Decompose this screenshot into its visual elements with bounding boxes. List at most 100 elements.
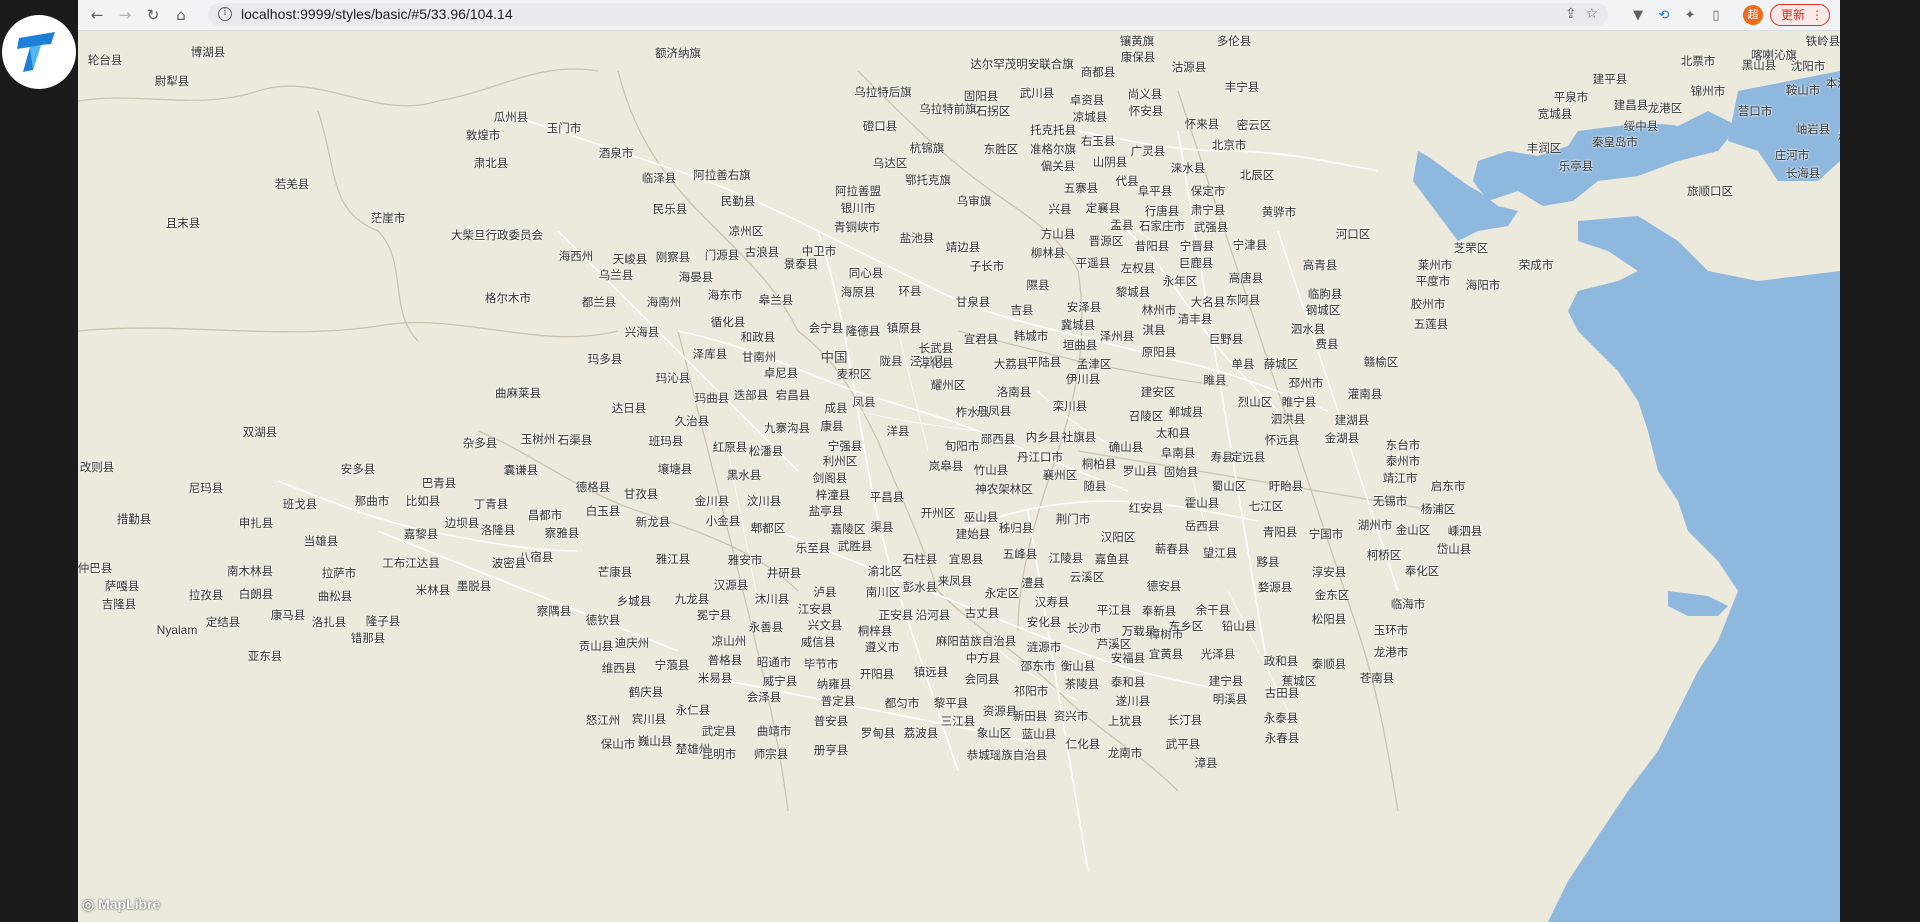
address-bar[interactable]: i localhost:9999/styles/basic/#5/33.96/1… [208, 3, 1608, 26]
place-label: 盂县 [1110, 218, 1134, 232]
place-label: 龙港市 [1373, 645, 1409, 659]
place-label: 吉隆县 [101, 597, 137, 611]
reload-icon[interactable]: ↻ [142, 4, 164, 26]
place-label: 准格尔旗 [1030, 142, 1076, 156]
place-label: 曲麻莱县 [495, 386, 541, 400]
place-label: 安泽县 [1066, 300, 1102, 314]
place-label: 平度市 [1415, 274, 1451, 288]
place-label: 乐亭县 [1558, 159, 1594, 173]
place-label: 荔波县 [903, 726, 939, 740]
place-label: 烈山区 [1237, 395, 1273, 409]
place-label: 安化县 [1026, 615, 1062, 629]
place-label: 建平县 [1592, 72, 1628, 86]
place-label: 中方县 [965, 651, 1001, 665]
place-label: 泰和县 [1110, 675, 1146, 689]
place-label: 瓜州县 [493, 110, 529, 124]
place-label: 代县 [1115, 174, 1139, 188]
place-label: 皋兰县 [758, 293, 794, 307]
place-label: 蜀山区 [1211, 479, 1247, 493]
place-label: 比如县 [405, 494, 441, 508]
place-label: 洛扎县 [311, 615, 347, 629]
place-label: 林州市 [1141, 303, 1177, 317]
sidebar-icon[interactable]: ▯ [1706, 5, 1726, 25]
forward-icon[interactable]: → [114, 4, 136, 26]
place-label: 胶州市 [1410, 297, 1446, 311]
place-label: 北票市 [1680, 54, 1716, 68]
update-button[interactable]: 更新 ⋮ [1770, 4, 1830, 26]
maplibre-logo-icon: ◎ [82, 896, 95, 912]
place-label: 山阴县 [1092, 155, 1128, 169]
place-label: 罗山县 [1122, 464, 1158, 478]
place-label: 久治县 [674, 414, 710, 428]
place-label: 尉犁县 [154, 74, 190, 88]
place-label: 铁岭县 [1805, 34, 1840, 48]
place-label: 米易县 [697, 671, 733, 685]
place-label: 遂川县 [1115, 694, 1151, 708]
left-dock [0, 0, 78, 922]
place-label: 淳化县 [918, 356, 954, 370]
url-text[interactable]: localhost:9999/styles/basic/#5/33.96/104… [241, 6, 513, 22]
place-label: 偏关县 [1040, 159, 1076, 173]
place-label: 大荔县 [993, 357, 1029, 371]
app-logo-icon[interactable] [2, 15, 76, 89]
maplibre-logo[interactable]: ◎ MapLibre [82, 896, 160, 913]
place-label: 墨脱县 [456, 579, 492, 593]
place-label: 酒泉市 [598, 146, 634, 160]
home-icon[interactable]: ⌂ [170, 4, 192, 26]
place-label: 古浪县 [744, 245, 780, 259]
puzzle-icon[interactable]: ✦ [1680, 5, 1700, 25]
place-label: 雅江县 [655, 552, 691, 566]
place-label: 旬阳市 [944, 439, 980, 453]
place-label: 宁晋县 [1179, 239, 1215, 253]
place-label: 东胜区 [983, 142, 1019, 156]
place-label: 改则县 [79, 460, 115, 474]
place-label: 右玉县 [1080, 134, 1116, 148]
place-label: 师宗县 [753, 747, 789, 761]
place-label: 错那县 [350, 631, 386, 645]
place-label: 韩城市 [1013, 329, 1049, 343]
place-label: 泰顺县 [1311, 657, 1347, 671]
place-label: 行唐县 [1144, 204, 1180, 218]
place-label: 鞍山市 [1785, 83, 1821, 97]
avatar[interactable]: 超 [1743, 5, 1763, 25]
place-label: 沈阳市 [1790, 59, 1826, 73]
place-label: 孟津区 [1076, 357, 1112, 371]
place-label: 宜黄县 [1148, 647, 1184, 661]
place-label: 维西县 [601, 661, 637, 675]
place-label: 兴县 [1048, 202, 1072, 216]
place-label: 汉寿县 [1034, 595, 1070, 609]
place-label: 轮台县 [87, 53, 123, 67]
place-label: 旅顺口区 [1687, 184, 1733, 198]
extension-icon[interactable]: ▼ [1628, 5, 1648, 25]
place-label: 左权县 [1120, 261, 1156, 275]
bookmark-star-icon[interactable]: ⇪ ☆ [1565, 6, 1598, 22]
place-label: 内乡县 [1025, 430, 1061, 444]
place-label: 冕宁县 [696, 608, 732, 622]
place-label: 仲巴县 [78, 561, 113, 575]
place-label: 苍南县 [1359, 671, 1395, 685]
yellow-sea [1548, 216, 1840, 922]
place-label: 确山县 [1108, 440, 1144, 454]
place-label: 建昌县 [1613, 98, 1649, 112]
place-label: 会同县 [964, 672, 1000, 686]
place-label: 澧县 [1021, 576, 1045, 590]
place-label: 本溪县 [1825, 76, 1840, 90]
place-label: 沽源县 [1171, 60, 1207, 74]
translate-icon[interactable]: ⟲ [1654, 5, 1674, 25]
info-icon[interactable]: i [218, 7, 232, 21]
place-label: 达尔罕茂明安联合旗 [970, 57, 1074, 71]
place-label: 定襄县 [1085, 201, 1121, 215]
back-icon[interactable]: ← [86, 4, 108, 26]
map-canvas[interactable]: 博湖县 轮台县 尉犁县 额济纳旗 镶黄旗 多伦县 铁岭县 康保县 喀喇沁旗 达尔罕茂明安联合旗 商都… [78, 31, 1840, 922]
place-label: 绥中县 [1623, 119, 1659, 133]
place-label: 子长市 [969, 259, 1005, 273]
place-label: 那曲市 [354, 494, 390, 508]
place-label: 北京市 [1211, 138, 1247, 152]
place-label: 海原县 [840, 285, 876, 299]
place-label: 高唐县 [1228, 271, 1264, 285]
place-label: 若羌县 [274, 177, 310, 191]
place-label: 庄河市 [1774, 148, 1810, 162]
place-label: 淳安县 [1311, 565, 1347, 579]
place-label: 方山县 [1040, 227, 1076, 241]
place-label: 双湖县 [242, 425, 278, 439]
